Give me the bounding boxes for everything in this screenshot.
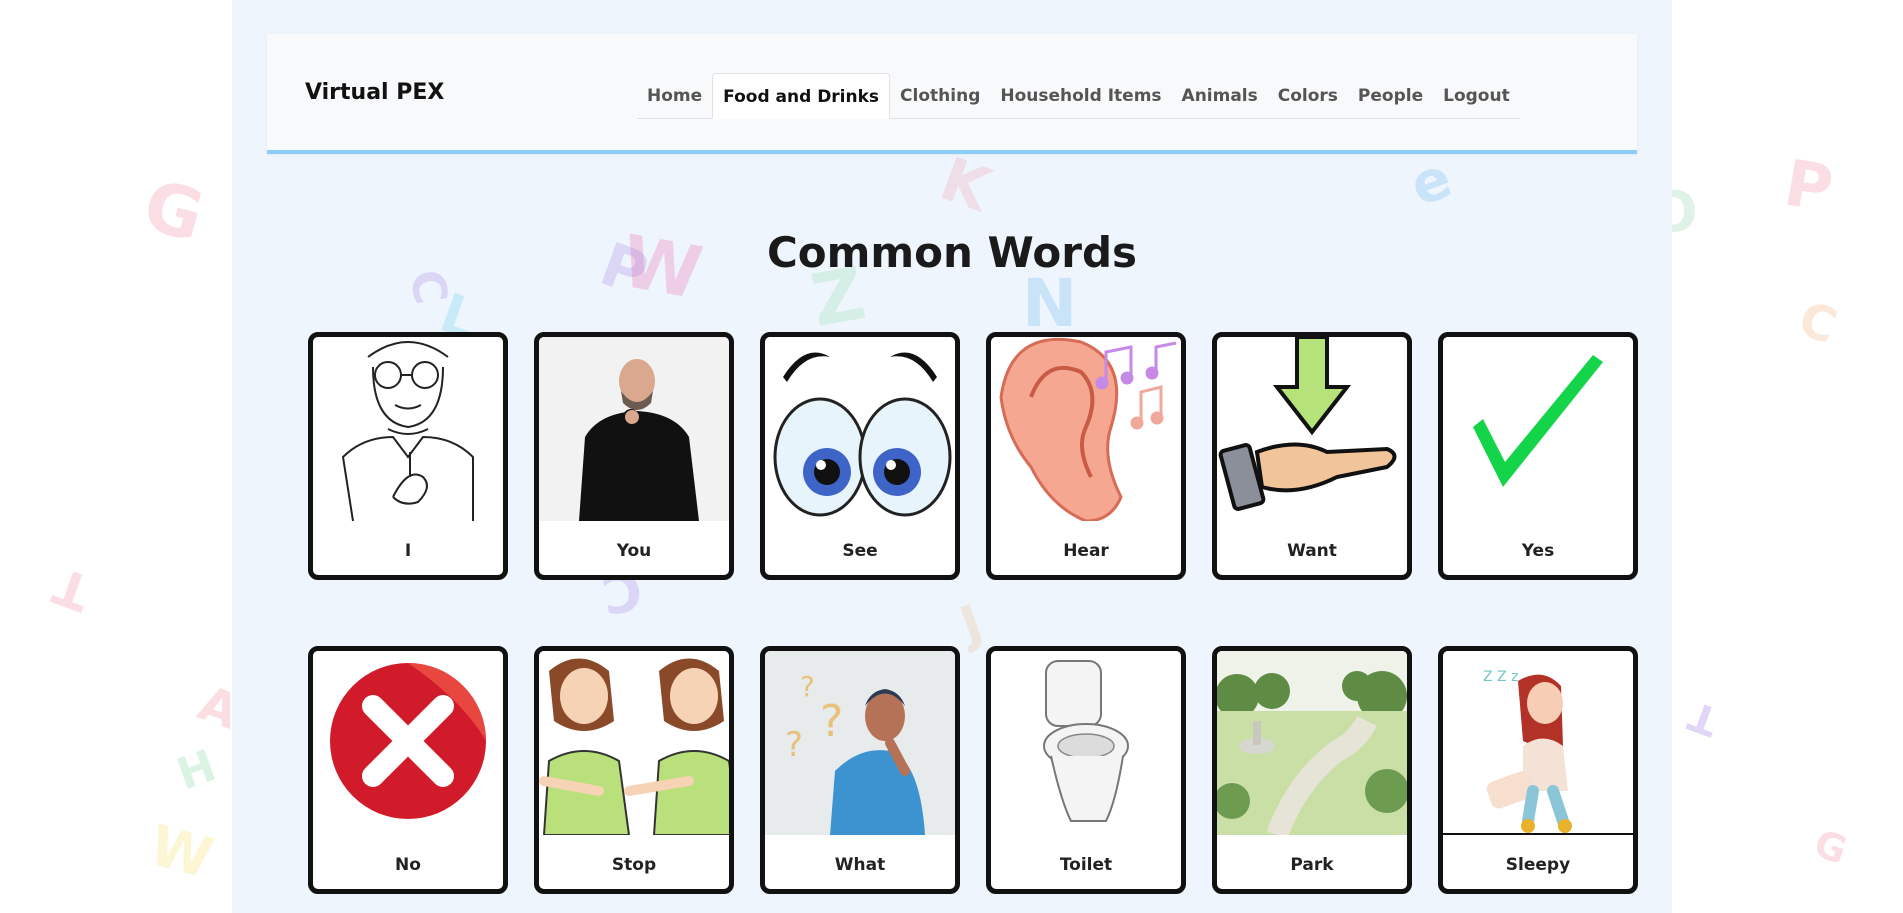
- brand-logo[interactable]: Virtual PEX: [305, 80, 444, 105]
- word-card-label: Want: [1287, 541, 1337, 561]
- stop-sign-language-icon: [539, 651, 729, 835]
- hand-receive-arrow-icon: [1217, 337, 1407, 521]
- word-card-park[interactable]: Park: [1212, 646, 1412, 894]
- word-card-i[interactable]: I: [308, 332, 508, 580]
- word-card-sleepy[interactable]: Z Z z Sleepy: [1438, 646, 1638, 894]
- word-card-label: Yes: [1521, 541, 1555, 561]
- word-card-yes[interactable]: Yes: [1438, 332, 1638, 580]
- boy-pointing-self-icon: [313, 337, 503, 521]
- word-card-you[interactable]: You: [534, 332, 734, 580]
- svg-text:Z Z z: Z Z z: [1483, 669, 1518, 685]
- word-card-label: I: [404, 541, 412, 561]
- checkmark-icon: [1443, 337, 1633, 521]
- navbar: Virtual PEX Home Food and Drinks Clothin…: [267, 34, 1637, 154]
- word-card-want[interactable]: Want: [1212, 332, 1412, 580]
- word-card-no[interactable]: No: [308, 646, 508, 894]
- ear-music-icon: [991, 337, 1181, 521]
- word-card-label: Sleepy: [1505, 855, 1571, 875]
- toilet-icon: [991, 651, 1181, 835]
- page-title: Common Words: [766, 228, 1138, 277]
- word-card-label: Toilet: [1059, 855, 1113, 875]
- word-card-what[interactable]: ? ? ? What: [760, 646, 960, 894]
- nav-tab-people[interactable]: People: [1348, 73, 1433, 119]
- svg-text:?: ?: [820, 696, 843, 747]
- nav-tab-household-items[interactable]: Household Items: [990, 73, 1171, 119]
- nav-tab-logout[interactable]: Logout: [1433, 73, 1520, 119]
- nav-tab-food-and-drinks[interactable]: Food and Drinks: [712, 73, 891, 119]
- nav-tab-animals[interactable]: Animals: [1172, 73, 1268, 119]
- word-card-label: Hear: [1063, 541, 1109, 561]
- word-card-label: Park: [1290, 855, 1334, 875]
- word-card-see[interactable]: See: [760, 332, 960, 580]
- nav-tab-home[interactable]: Home: [637, 73, 712, 119]
- sleepy-girl-icon: Z Z z: [1443, 651, 1633, 835]
- question-person-icon: ? ? ?: [765, 651, 955, 835]
- svg-text:?: ?: [800, 670, 815, 703]
- word-card-label: Stop: [611, 855, 657, 875]
- svg-text:?: ?: [785, 725, 803, 765]
- word-card-label: See: [842, 541, 878, 561]
- park-icon: [1217, 651, 1407, 835]
- word-card-label: You: [616, 541, 652, 561]
- man-pointing-icon: [539, 337, 729, 521]
- nav-tab-clothing[interactable]: Clothing: [890, 73, 990, 119]
- word-card-label: What: [834, 855, 886, 875]
- nav-tab-colors[interactable]: Colors: [1268, 73, 1348, 119]
- word-card-hear[interactable]: Hear: [986, 332, 1186, 580]
- nav-tabs: Home Food and Drinks Clothing Household …: [637, 70, 1520, 119]
- word-card-label: No: [395, 855, 421, 875]
- red-x-icon: [313, 651, 503, 835]
- page-panel: W P C L Z N K e C J Virtual PEX Home Foo…: [232, 0, 1672, 913]
- word-card-stop[interactable]: Stop: [534, 646, 734, 894]
- eyes-icon: [765, 337, 955, 521]
- word-card-toilet[interactable]: Toilet: [986, 646, 1186, 894]
